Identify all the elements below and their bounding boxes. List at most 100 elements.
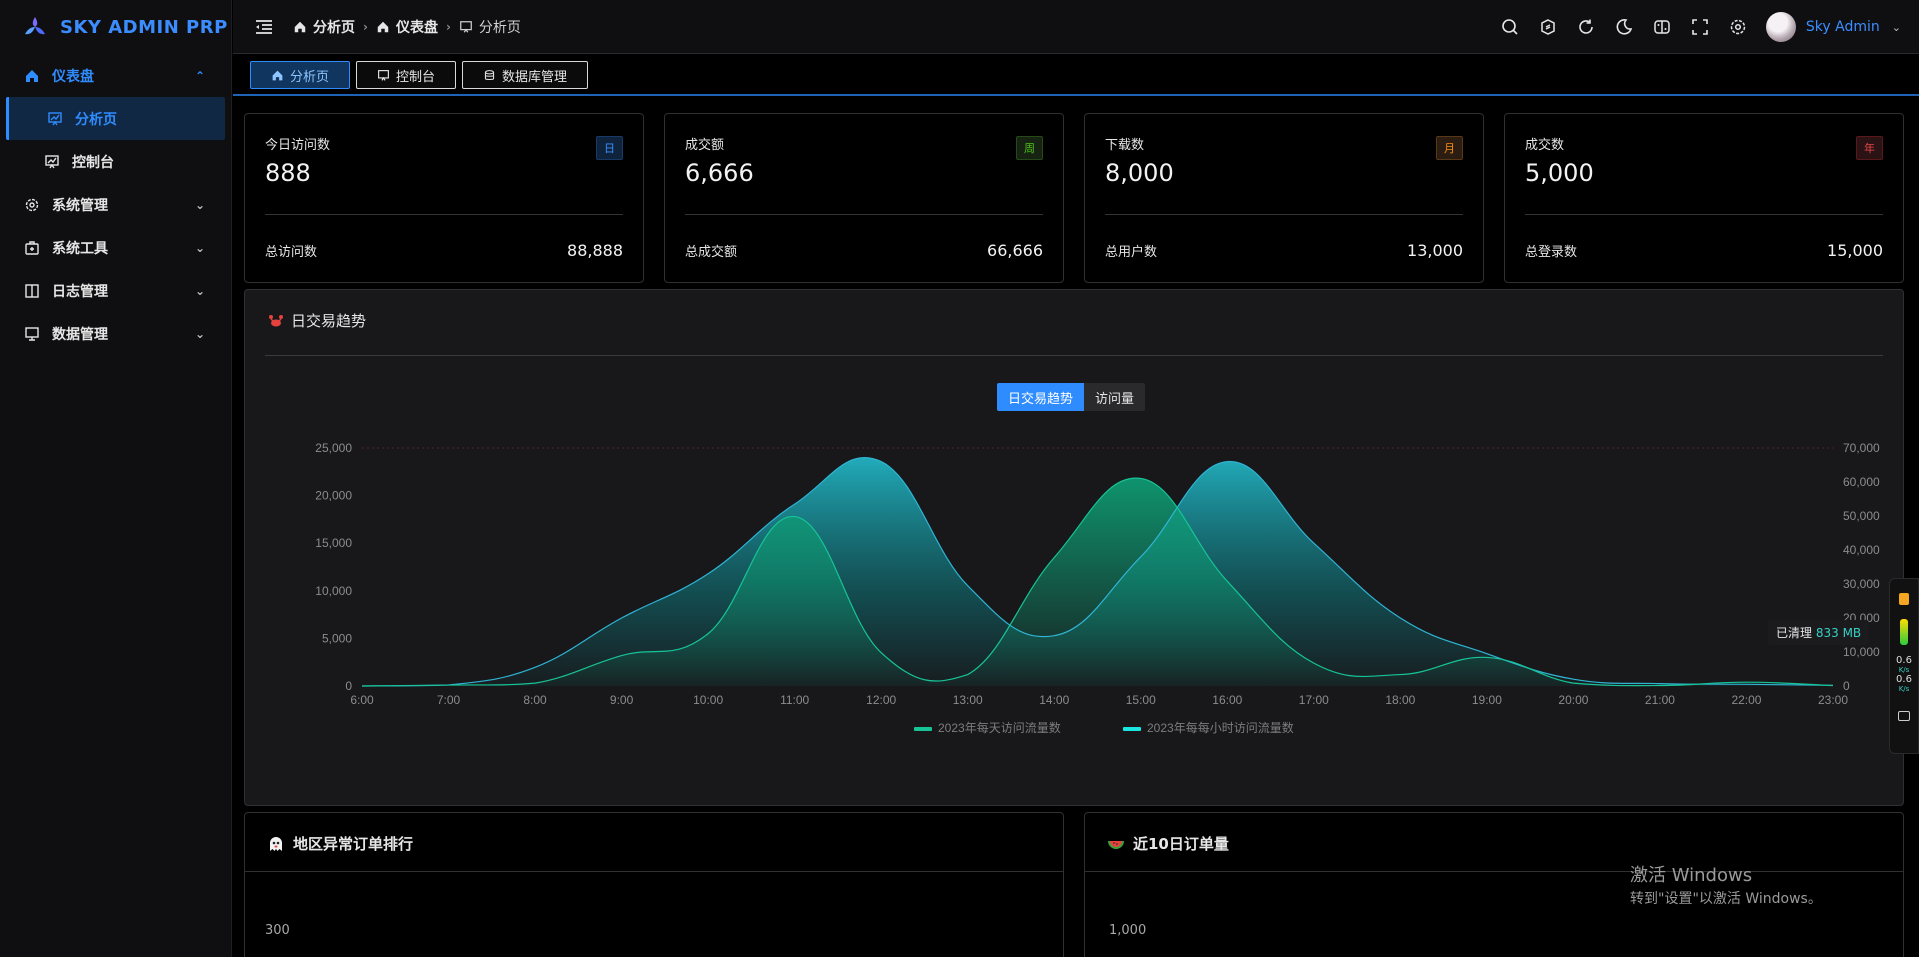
upload-speed: 0.6: [1896, 655, 1912, 666]
chevron-down-icon[interactable]: ⌄: [1892, 21, 1901, 34]
x-tick-label: 11:00: [780, 693, 809, 707]
cleanup-toast: 已清理 833 MB: [1768, 620, 1870, 645]
card-foot-label: 总成交额: [685, 245, 738, 260]
moon-icon[interactable]: [1614, 17, 1634, 37]
fullscreen-icon[interactable]: [1690, 17, 1710, 37]
legend-label-daily: 2023年每天访问流量数: [938, 720, 1061, 735]
tab-label: 分析页: [290, 69, 330, 85]
tab-database[interactable]: 数据库管理: [462, 61, 589, 89]
divider: [265, 355, 1883, 356]
presentation-icon: [378, 69, 389, 81]
memory-bar-icon: [1900, 619, 1908, 645]
breadcrumb-item[interactable]: 分析页: [293, 17, 355, 37]
speed-unit: K/s: [1898, 666, 1910, 674]
sidebar-item-label: 数据管理: [52, 326, 108, 343]
x-tick-label: 15:00: [1126, 693, 1156, 707]
shield-icon: [1899, 593, 1909, 605]
tab-bar: 分析页 控制台 数据库管理: [233, 56, 1919, 96]
stat-card-deals: 成交数 5,000 年 总登录数 15,000: [1504, 113, 1904, 283]
breadcrumb-item[interactable]: 分析页: [459, 17, 521, 37]
card-foot-value: 15,000: [1827, 241, 1883, 260]
tab-label: 控制台: [396, 69, 436, 85]
x-tick-label: 22:00: [1731, 693, 1761, 707]
region-orders-panel: 地区异常订单排行 300: [244, 812, 1064, 957]
user-name[interactable]: Sky Admin: [1806, 19, 1880, 35]
y-right-tick-label: 60,000: [1843, 475, 1880, 489]
sidebar-item-label: 仪表盘: [52, 68, 94, 85]
breadcrumb-item[interactable]: 仪表盘: [376, 17, 438, 37]
sidebar-item-tools[interactable]: 系统工具 ⌄: [0, 226, 231, 269]
sidebar-item-label: 系统管理: [52, 197, 108, 214]
divider: [1105, 214, 1463, 215]
stat-card-turnover: 成交额 6,666 周 总成交额 66,666: [664, 113, 1064, 283]
refresh-icon[interactable]: [1576, 17, 1596, 37]
card-value: 888: [265, 159, 311, 187]
x-tick-label: 13:00: [953, 693, 983, 707]
sidebar-item-logs[interactable]: 日志管理 ⌄: [0, 269, 231, 312]
chevron-right-icon: ›: [445, 19, 451, 34]
card-foot-label: 总登录数: [1525, 245, 1578, 260]
toolbox-icon: [24, 240, 40, 256]
camera-icon: [1898, 711, 1910, 721]
menu-collapse-icon[interactable]: [253, 16, 275, 38]
tab-console[interactable]: 控制台: [356, 61, 457, 89]
panel-title: 地区异常订单排行: [293, 835, 414, 853]
settings-gear-icon[interactable]: [1728, 17, 1748, 37]
avatar[interactable]: [1765, 12, 1796, 42]
y-left-tick-label: 25,000: [315, 441, 352, 455]
card-foot-value: 66,666: [987, 241, 1043, 260]
card-value: 8,000: [1105, 159, 1174, 187]
legend-label-hourly: 2023年每每小时访问流量数: [1147, 720, 1294, 735]
watermelon-icon: [1108, 840, 1124, 849]
speed-unit: K/s: [1898, 685, 1910, 693]
x-tick-label: 20:00: [1558, 693, 1588, 707]
card-value: 5,000: [1525, 159, 1594, 187]
sidebar-item-console[interactable]: 控制台: [0, 140, 231, 183]
x-tick-label: 16:00: [1212, 693, 1242, 707]
database-icon: [484, 69, 495, 80]
breadcrumb-label: 分析页: [313, 19, 355, 36]
app-logo[interactable]: SKY ADMIN PRP: [0, 0, 231, 54]
trend-chart: 05,00010,00015,00020,00025,000010,00020,…: [315, 441, 1880, 735]
sidebar-item-data[interactable]: 数据管理 ⌄: [0, 312, 231, 355]
period-badge: 周: [1016, 136, 1043, 160]
system-monitor-widget[interactable]: 0.6 K/s 0.6 K/s: [1889, 578, 1919, 754]
period-badge: 月: [1436, 136, 1463, 160]
x-tick-label: 8:00: [523, 693, 547, 707]
panel-title: 日交易趋势: [291, 312, 367, 330]
theme-cube-icon[interactable]: [1538, 17, 1558, 37]
card-title: 成交数: [1525, 138, 1565, 153]
layout-switch-icon[interactable]: [1652, 17, 1672, 37]
y-right-tick-label: 40,000: [1843, 543, 1880, 557]
period-badge: 日: [596, 136, 623, 160]
toggle-daily-trend[interactable]: 日交易趋势: [997, 383, 1085, 411]
y-tick-label: 300: [265, 923, 290, 938]
crab-icon: [269, 314, 283, 326]
sidebar-item-dashboard[interactable]: 仪表盘 ⌃: [0, 54, 231, 97]
home-icon: [24, 68, 40, 84]
sidebar-item-system[interactable]: 系统管理 ⌄: [0, 183, 231, 226]
x-tick-label: 9:00: [610, 693, 634, 707]
y-right-tick-label: 10,000: [1843, 645, 1880, 659]
tab-analysis[interactable]: 分析页: [250, 61, 351, 89]
windows-activation-title: 激活 Windows: [1630, 865, 1753, 886]
divider: [245, 871, 1063, 872]
panel-header: 地区异常订单排行: [267, 833, 413, 854]
recent-orders-panel: 近10日订单量 1,000: [1084, 812, 1904, 957]
breadcrumb-label: 仪表盘: [395, 19, 438, 36]
card-footer: 总成交额 66,666: [685, 241, 1043, 260]
home-icon: [294, 21, 306, 32]
x-tick-label: 19:00: [1472, 693, 1502, 707]
cleanup-value: 833 MB: [1815, 626, 1862, 640]
sidebar-item-analysis[interactable]: 分析页: [6, 97, 225, 140]
book-icon: [24, 283, 40, 299]
chevron-down-icon: ⌄: [194, 240, 205, 255]
y-left-tick-label: 0: [345, 679, 352, 693]
chevron-down-icon: ⌄: [194, 283, 205, 298]
sidebar-item-label: 日志管理: [52, 283, 108, 300]
home-icon: [377, 21, 389, 32]
toggle-visits[interactable]: 访问量: [1084, 383, 1145, 411]
top-header: 分析页 › 仪表盘 › 分析页 Sky Admin ⌄: [233, 0, 1919, 54]
search-icon[interactable]: [1500, 17, 1520, 37]
gear-icon: [24, 197, 40, 213]
